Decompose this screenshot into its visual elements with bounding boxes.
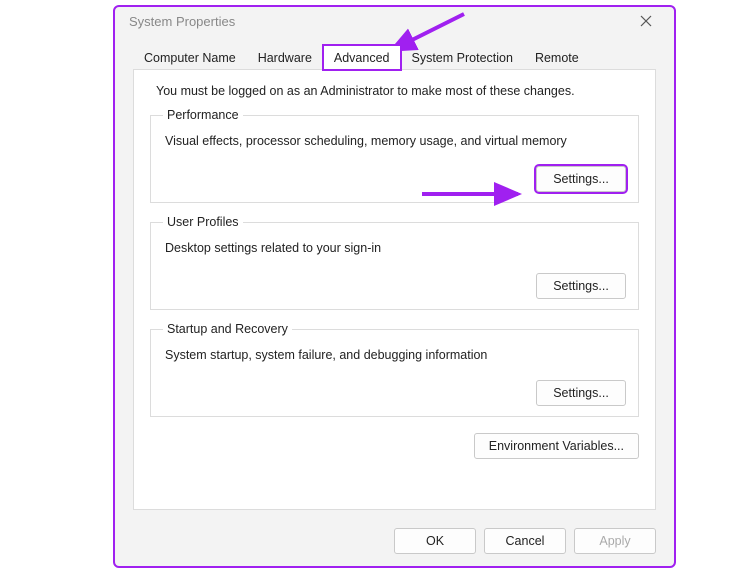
user-profiles-settings-button[interactable]: Settings... — [536, 273, 626, 299]
performance-desc: Visual effects, processor scheduling, me… — [165, 134, 626, 148]
startup-group: Startup and Recovery System startup, sys… — [150, 322, 639, 417]
user-profiles-legend: User Profiles — [163, 215, 243, 229]
performance-legend: Performance — [163, 108, 243, 122]
close-icon — [640, 15, 652, 27]
startup-legend: Startup and Recovery — [163, 322, 292, 336]
tab-computer-name[interactable]: Computer Name — [133, 45, 247, 70]
tab-row: Computer Name Hardware Advanced System P… — [115, 35, 674, 70]
environment-variables-button[interactable]: Environment Variables... — [474, 433, 639, 459]
startup-desc: System startup, system failure, and debu… — [165, 348, 626, 362]
ok-button[interactable]: OK — [394, 528, 476, 554]
system-properties-window: System Properties Computer Name Hardware… — [113, 5, 676, 568]
dialog-footer: OK Cancel Apply — [115, 520, 674, 566]
performance-group: Performance Visual effects, processor sc… — [150, 108, 639, 203]
titlebar: System Properties — [115, 7, 674, 35]
startup-settings-button[interactable]: Settings... — [536, 380, 626, 406]
tab-remote[interactable]: Remote — [524, 45, 590, 70]
tab-hardware[interactable]: Hardware — [247, 45, 323, 70]
close-button[interactable] — [626, 8, 666, 34]
advanced-panel: You must be logged on as an Administrato… — [133, 69, 656, 510]
cancel-button[interactable]: Cancel — [484, 528, 566, 554]
user-profiles-desc: Desktop settings related to your sign-in — [165, 241, 626, 255]
performance-settings-button[interactable]: Settings... — [536, 166, 626, 192]
apply-button[interactable]: Apply — [574, 528, 656, 554]
intro-text: You must be logged on as an Administrato… — [150, 84, 639, 98]
window-title: System Properties — [129, 14, 235, 29]
tab-system-protection[interactable]: System Protection — [401, 45, 524, 70]
tab-advanced[interactable]: Advanced — [323, 45, 401, 70]
user-profiles-group: User Profiles Desktop settings related t… — [150, 215, 639, 310]
